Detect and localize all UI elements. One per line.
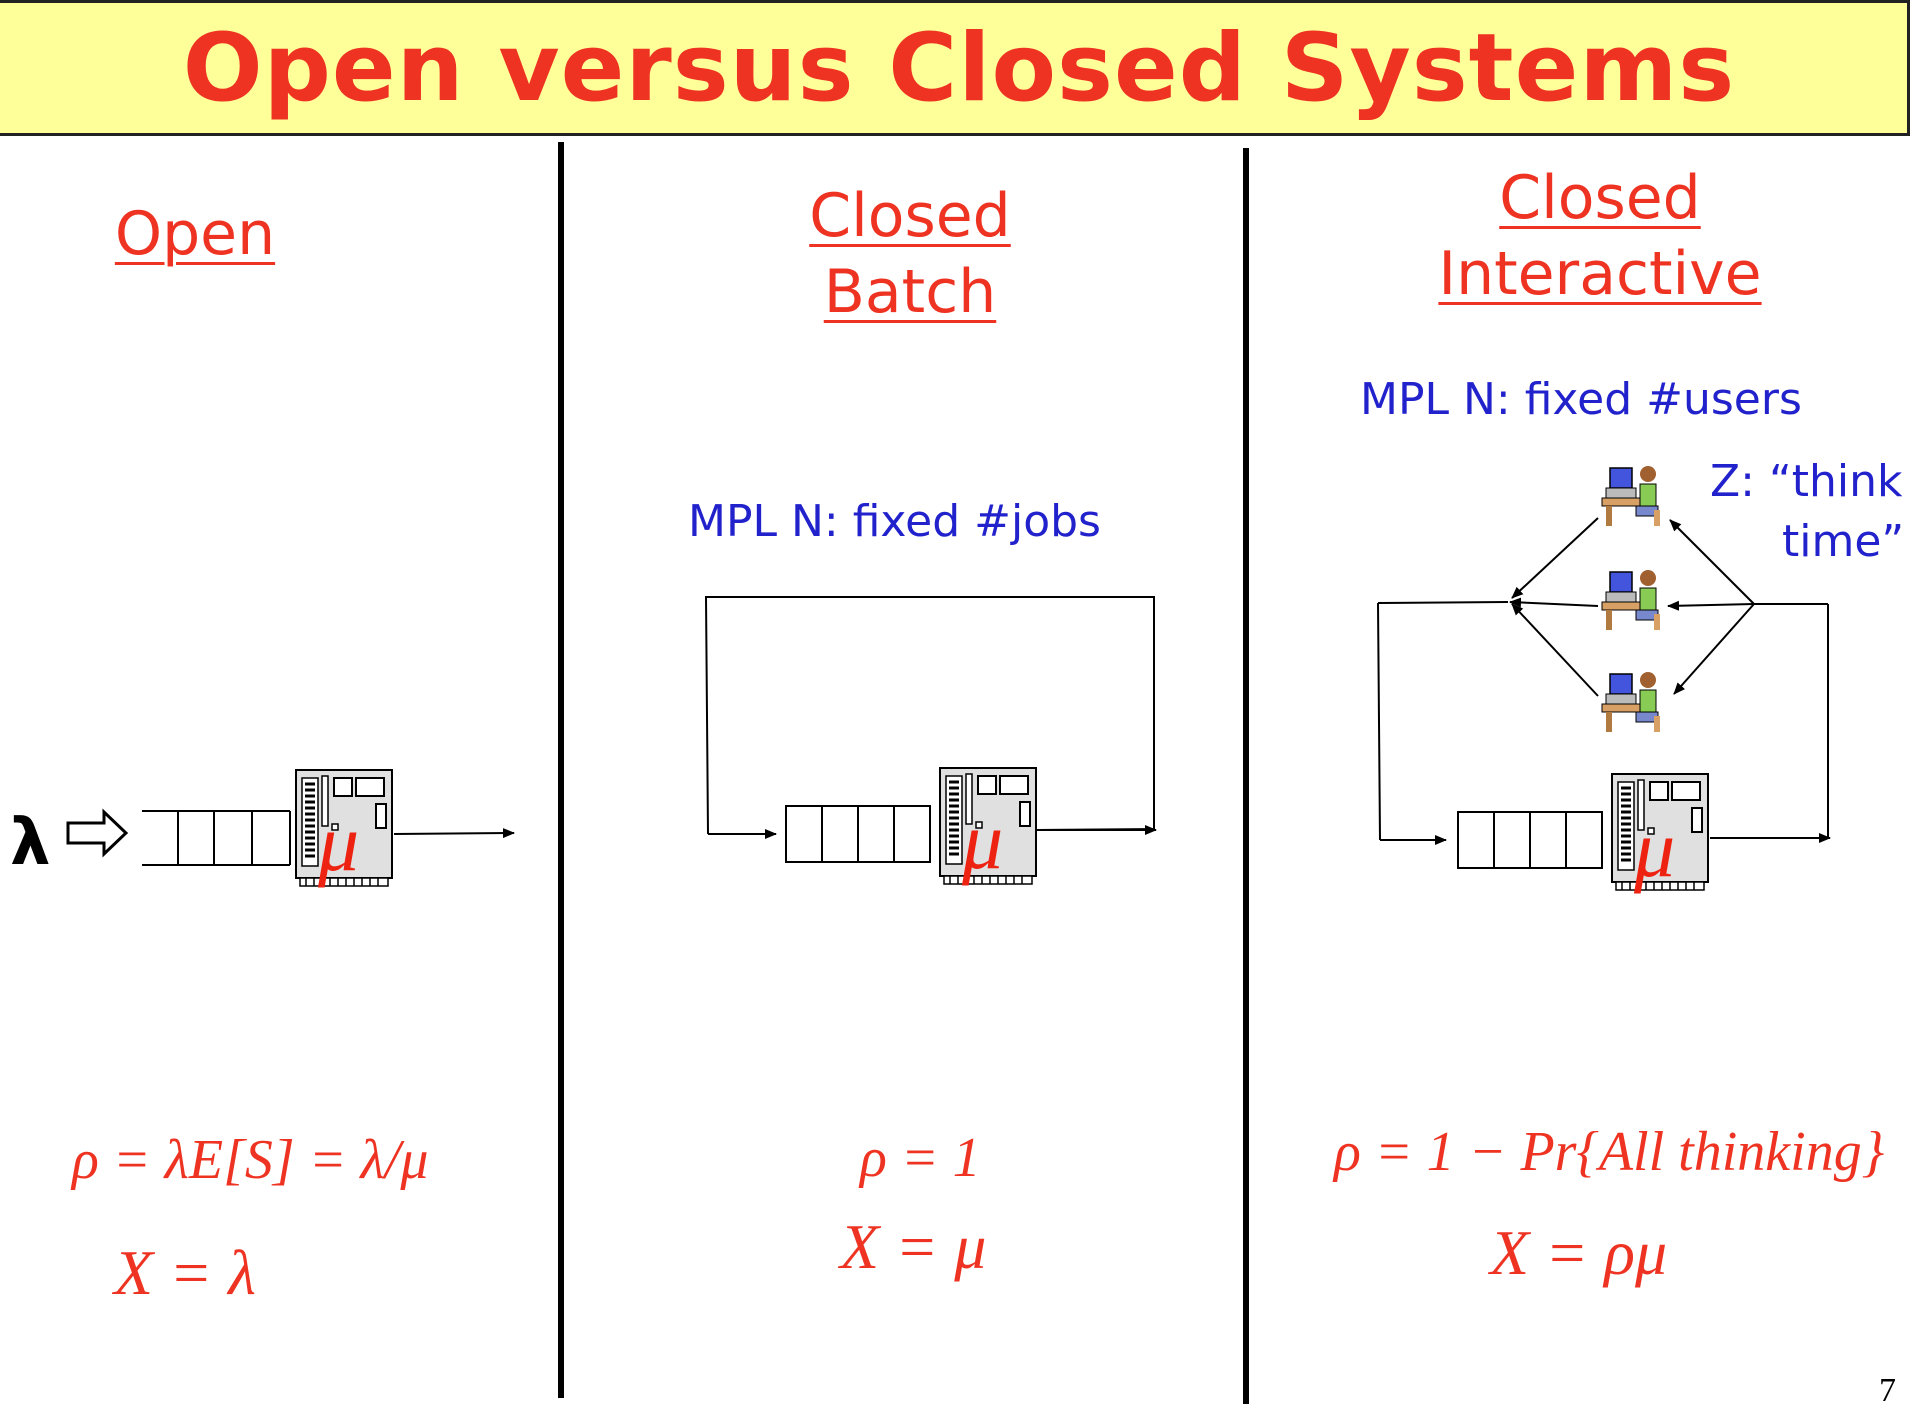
mu-open: μ: [317, 797, 359, 888]
batch-loop: [704, 596, 1157, 839]
page-number: 7: [1879, 1372, 1896, 1409]
mu-interactive: μ: [1633, 803, 1675, 894]
departure-arrow-open: [393, 828, 515, 839]
formula-open-rho: ρ = λE[S] = λ/μ: [72, 1129, 429, 1191]
formula-interactive-rho: ρ = 1 − Pr{All thinking}: [1334, 1121, 1885, 1183]
interactive-queue: [1457, 811, 1603, 869]
user-terminal-icon-middle: [1601, 569, 1661, 631]
open-queue: [142, 810, 291, 866]
batch-queue: [785, 805, 931, 863]
mu-batch: μ: [961, 795, 1003, 886]
formula-interactive-x: X = ρμ: [1490, 1217, 1668, 1288]
user-terminal-icon-bottom: [1601, 671, 1661, 733]
interactive-loop: [1377, 517, 1831, 845]
arrival-arrow-icon: [66, 808, 129, 858]
lambda-symbol: λ: [10, 806, 51, 880]
formula-batch-x: X = μ: [840, 1211, 987, 1282]
formula-open-x: X = λ: [114, 1237, 256, 1308]
user-terminal-icon-top: [1601, 465, 1661, 527]
formula-batch-rho: ρ = 1: [860, 1127, 981, 1189]
